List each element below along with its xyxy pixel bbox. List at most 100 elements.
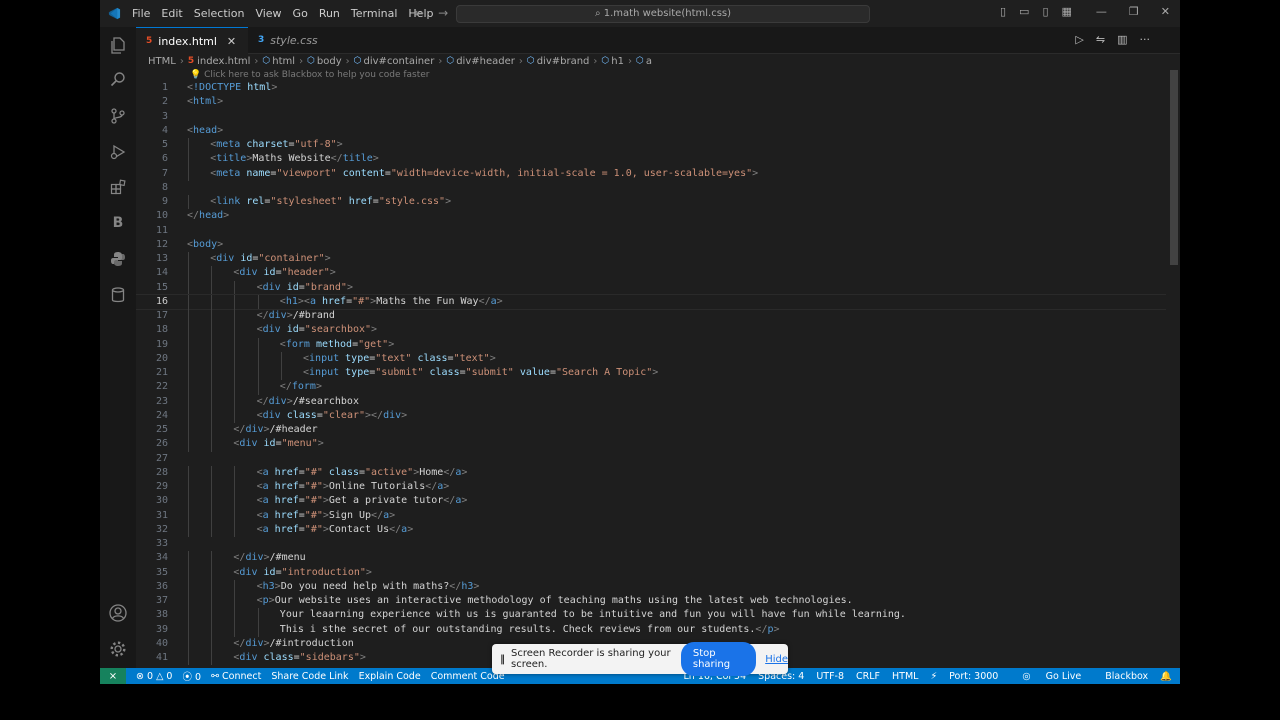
- code-line[interactable]: 4 <head>: [136, 124, 1166, 138]
- code-line[interactable]: 21 <input type="submit" class="submit" va…: [136, 366, 1166, 381]
- code-line[interactable]: 8: [136, 181, 1166, 195]
- code-line[interactable]: 25 </div>/#header: [136, 423, 1166, 438]
- code-line[interactable]: 23 </div>/#searchbox: [136, 394, 1166, 409]
- code-line[interactable]: 28 <a href="#" class="active">Home</a>: [136, 465, 1166, 480]
- ports-indicator[interactable]: ⦿ 0: [182, 669, 201, 683]
- breadcrumb-item[interactable]: a: [646, 56, 652, 67]
- hide-link[interactable]: Hide: [765, 654, 788, 665]
- code-line[interactable]: 31 <a href="#">Sign Up</a>: [136, 508, 1166, 523]
- account-icon[interactable]: [108, 603, 128, 623]
- explorer-icon[interactable]: [108, 35, 128, 55]
- menu-selection[interactable]: Selection: [194, 7, 245, 20]
- breadcrumb-item[interactable]: body: [317, 56, 342, 67]
- command-center-search[interactable]: ⌕ 1.math website(html.css): [456, 5, 870, 23]
- tab-style-css[interactable]: 3 style.css: [248, 27, 348, 53]
- scrollbar-thumb[interactable]: [1170, 70, 1178, 265]
- breadcrumb-item[interactable]: div#brand: [537, 56, 590, 67]
- code-line[interactable]: 37 <p>Our website uses an interactive met…: [136, 594, 1166, 609]
- code-line[interactable]: 18 <div id="searchbox">: [136, 323, 1166, 338]
- close-icon[interactable]: ✕: [1161, 5, 1170, 18]
- more-actions-icon[interactable]: ···: [1140, 33, 1151, 46]
- database-icon[interactable]: [108, 285, 128, 305]
- code-line[interactable]: 6 <title>Maths Website</title>: [136, 152, 1166, 167]
- code-line[interactable]: 24 <div class="clear"></div>: [136, 408, 1166, 423]
- minimize-icon[interactable]: —: [1096, 5, 1107, 18]
- encoding[interactable]: UTF-8: [816, 671, 844, 682]
- code-line[interactable]: 2 <html>: [136, 95, 1166, 109]
- code-line[interactable]: 35 <div id="introduction">: [136, 565, 1166, 580]
- code-line[interactable]: 33: [136, 537, 1166, 551]
- source-control-icon[interactable]: [108, 106, 128, 126]
- code-line[interactable]: 17 </div>/#brand: [136, 309, 1166, 324]
- split-editor-icon[interactable]: ▥: [1117, 33, 1127, 46]
- tab-index-html[interactable]: 5 index.html ✕: [136, 27, 248, 54]
- back-arrow-icon[interactable]: ←: [414, 6, 424, 20]
- code-line[interactable]: 15 <div id="brand">: [136, 280, 1166, 295]
- toggle-panel-icon[interactable]: ▭: [1019, 5, 1029, 18]
- menu-view[interactable]: View: [255, 7, 281, 20]
- breadcrumb-item[interactable]: index.html: [197, 56, 250, 67]
- code-line[interactable]: 7 <meta name="viewport" content="width=de…: [136, 166, 1166, 181]
- code-line[interactable]: 3: [136, 110, 1166, 124]
- code-line[interactable]: 38 Your leaarning experience with us is g…: [136, 608, 1166, 623]
- settings-gear-icon[interactable]: [108, 639, 128, 659]
- notifications-bell-icon[interactable]: 🔔: [1160, 671, 1172, 682]
- toggle-primary-sidebar-icon[interactable]: ▯: [1000, 5, 1006, 18]
- code-line[interactable]: 36 <h3>Do you need help with maths?</h3>: [136, 579, 1166, 594]
- code-line[interactable]: 14 <div id="header">: [136, 266, 1166, 281]
- code-line[interactable]: 29 <a href="#">Online Tutorials</a>: [136, 480, 1166, 495]
- menu-terminal[interactable]: Terminal: [351, 7, 398, 20]
- code-editor[interactable]: 1 <!DOCTYPE html> 2 <html> 3 4 <head> 5 <meta ch…: [136, 81, 1166, 668]
- code-line[interactable]: 34 </div>/#menu: [136, 551, 1166, 566]
- explain-code-item[interactable]: Explain Code: [359, 671, 421, 682]
- toggle-secondary-sidebar-icon[interactable]: ▯: [1042, 5, 1048, 18]
- code-line[interactable]: 16 <h1><a href="#">Maths the Fun Way</a>: [136, 293, 1166, 310]
- blackbox-hint[interactable]: 💡 Click here to ask Blackbox to help you…: [190, 70, 430, 80]
- line-ending[interactable]: CRLF: [856, 671, 880, 682]
- maximize-icon[interactable]: ❐: [1129, 5, 1139, 18]
- blackbox-status-item[interactable]: Blackbox: [1105, 671, 1148, 682]
- search-icon[interactable]: [108, 69, 128, 89]
- code-line[interactable]: 19 <form method="get">: [136, 337, 1166, 352]
- code-line[interactable]: 13 <div id="container">: [136, 252, 1166, 267]
- code-line[interactable]: 9 <link rel="stylesheet" href="style.css"…: [136, 195, 1166, 210]
- remote-indicator-icon[interactable]: ⨯: [100, 668, 126, 684]
- code-line[interactable]: 22 </form>: [136, 380, 1166, 395]
- menu-run[interactable]: Run: [319, 7, 340, 20]
- stop-sharing-button[interactable]: Stop sharing: [680, 642, 757, 676]
- code-line[interactable]: 1 <!DOCTYPE html>: [136, 81, 1166, 95]
- code-line[interactable]: 12 <body>: [136, 238, 1166, 252]
- go-live-item[interactable]: ◎ Go Live: [1022, 671, 1093, 682]
- breadcrumb-item[interactable]: h1: [611, 56, 624, 67]
- customize-layout-icon[interactable]: ▦: [1062, 5, 1072, 18]
- menu-file[interactable]: File: [132, 7, 150, 20]
- run-debug-icon[interactable]: [108, 142, 128, 162]
- code-line[interactable]: 27: [136, 452, 1166, 466]
- editor-scrollbar[interactable]: [1168, 68, 1180, 668]
- code-line[interactable]: 32 <a href="#">Contact Us</a>: [136, 522, 1166, 537]
- port-item[interactable]: ⚡ Port: 3000: [930, 671, 1010, 682]
- language-mode[interactable]: HTML: [892, 671, 918, 682]
- code-line[interactable]: 10 </head>: [136, 209, 1166, 223]
- breadcrumb-item[interactable]: HTML: [148, 56, 176, 67]
- menu-edit[interactable]: Edit: [161, 7, 182, 20]
- breadcrumb-item[interactable]: html: [272, 56, 295, 67]
- forward-arrow-icon[interactable]: →: [438, 6, 448, 20]
- menu-go[interactable]: Go: [293, 7, 308, 20]
- run-icon[interactable]: ▷: [1075, 33, 1083, 46]
- code-line[interactable]: 30 <a href="#">Get a private tutor</a>: [136, 494, 1166, 509]
- code-line[interactable]: 5 <meta charset="utf-8">: [136, 138, 1166, 153]
- share-code-link-item[interactable]: Share Code Link: [271, 671, 348, 682]
- connect-item[interactable]: ⚯ Connect: [211, 671, 261, 682]
- tab-close-icon[interactable]: ✕: [227, 35, 236, 48]
- problems-indicator[interactable]: ⊗ 0 △ 0: [136, 671, 172, 682]
- breadcrumb-item[interactable]: div#container: [364, 56, 435, 67]
- code-line[interactable]: 20 <input type="text" class="text">: [136, 351, 1166, 366]
- open-changes-icon[interactable]: ⇋: [1096, 33, 1105, 46]
- code-line[interactable]: 39 This i sthe secret of our outstanding …: [136, 622, 1166, 637]
- extensions-icon[interactable]: [108, 177, 128, 197]
- python-icon[interactable]: [108, 249, 128, 269]
- blackbox-icon[interactable]: B: [108, 213, 128, 233]
- code-line[interactable]: 26 <div id="menu">: [136, 437, 1166, 452]
- breadcrumb-item[interactable]: div#header: [456, 56, 515, 67]
